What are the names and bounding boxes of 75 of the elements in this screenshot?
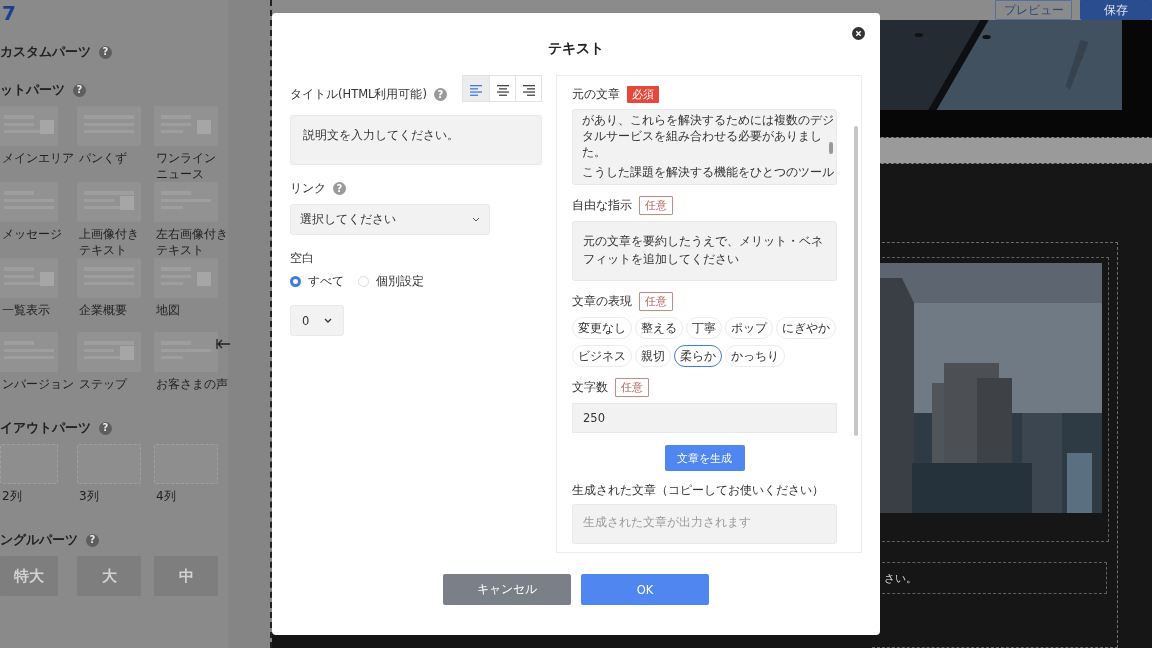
dialog-button[interactable]: OK [581, 574, 709, 605]
part-label: 地図 [156, 303, 180, 319]
field-label: 空白 [290, 251, 314, 266]
field-label: タイトル(HTML利用可能) [290, 87, 427, 102]
optional-tag: 任意 [615, 378, 649, 397]
collapse-icon[interactable] [216, 339, 230, 349]
field-label: 文字数 [572, 380, 608, 395]
part-thumbnail[interactable] [0, 106, 58, 146]
spacing-select[interactable]: 0 [290, 305, 344, 336]
title-field[interactable]: 説明文を入力してください。 [290, 115, 542, 165]
radio-option[interactable]: 個別設定 [358, 274, 424, 289]
generate-button[interactable]: 文章を生成 [664, 445, 745, 471]
help-icon[interactable]: ? [86, 533, 99, 547]
help-icon[interactable]: ? [73, 83, 86, 97]
part-thumbnail[interactable] [154, 258, 218, 299]
tone-chip[interactable]: 親切 [635, 345, 671, 367]
field-label: 自由な指示 [572, 198, 632, 213]
part-label: ワンライン [156, 151, 216, 167]
section-heading: ングルパーツ [0, 531, 78, 549]
part-label: 左右画像付き [156, 227, 228, 243]
caption-text: さい。 [884, 570, 917, 586]
part-label: 企業概要 [79, 303, 127, 319]
tone-chip[interactable]: かっちり [725, 345, 785, 367]
scrollbar[interactable] [854, 126, 858, 436]
part-thumbnail[interactable] [77, 332, 141, 373]
optional-tag: 任意 [639, 292, 673, 311]
optional-tag: 任意 [639, 196, 673, 215]
chevron-down-icon [324, 318, 332, 323]
toolbar-button[interactable]: 保存 [1080, 0, 1152, 20]
part-label: 一覧表示 [2, 303, 50, 319]
part-label: ニュース [156, 166, 204, 183]
part-thumbnail[interactable] [154, 106, 218, 146]
tone-chip[interactable]: 柔らか [674, 345, 722, 367]
tone-chip[interactable]: ポップ [725, 317, 773, 339]
field-label: 文章の表現 [572, 294, 632, 309]
part-label: 2列 [2, 489, 22, 505]
part-thumbnail[interactable] [0, 258, 58, 299]
tone-chip[interactable]: 変更なし [572, 317, 632, 339]
dialog-title: テキスト [548, 40, 604, 58]
section-heading: カスタムパーツ [0, 43, 91, 61]
field-label: 生成された文章（コピーしてお使いください） [572, 483, 824, 498]
part-label: テキスト [156, 242, 204, 259]
tone-chip[interactable]: にぎやか [776, 317, 836, 339]
align-button[interactable] [463, 76, 489, 101]
help-icon[interactable]: ? [99, 45, 112, 59]
part-label: ステップ [79, 377, 127, 393]
logo: 7 [1, 0, 16, 27]
field-label: 元の文章 [572, 87, 620, 102]
part-label: メッセージ [2, 227, 62, 243]
close-icon[interactable] [852, 27, 865, 40]
part-label: 4列 [156, 489, 176, 505]
tone-chip[interactable]: 整える [635, 317, 683, 339]
part-label: お客さまの声 [156, 377, 228, 393]
required-tag: 必須 [627, 86, 659, 103]
part-thumbnail[interactable] [77, 182, 141, 223]
part-thumbnail[interactable] [154, 332, 218, 373]
part-label: ンバージョン [2, 377, 74, 393]
source-text-field[interactable]: があり、これらを解決するためには複数のデジ タルサービスを組み合わせる必要がありまし た。 こうした課題を解決する機能をひとつのツール [572, 109, 837, 185]
radio-option[interactable]: すべて [290, 274, 344, 289]
chevron-down-icon [472, 217, 480, 222]
part-label: 3列 [79, 489, 99, 505]
section-heading: イアウトパーツ [0, 419, 91, 437]
part-label: テキスト [79, 242, 127, 259]
section-heading: ットパーツ [0, 81, 65, 99]
link-select[interactable]: 選択してください [290, 204, 490, 235]
part-label: メインエリア [2, 151, 74, 167]
tone-chip[interactable]: ビジネス [572, 345, 632, 367]
part-label: パンくず [79, 151, 127, 167]
instruction-field[interactable]: 元の文章を要約したうえで、メリット・ベネフィットを追加してください [572, 221, 837, 281]
length-field[interactable]: 250 [572, 403, 837, 433]
part-label: 上画像付き [79, 227, 139, 243]
help-icon[interactable]: ? [99, 421, 112, 435]
tone-chip[interactable]: 丁寧 [686, 317, 722, 339]
field-label: リンク [290, 181, 326, 196]
dialog-button[interactable]: キャンセル [443, 574, 571, 605]
